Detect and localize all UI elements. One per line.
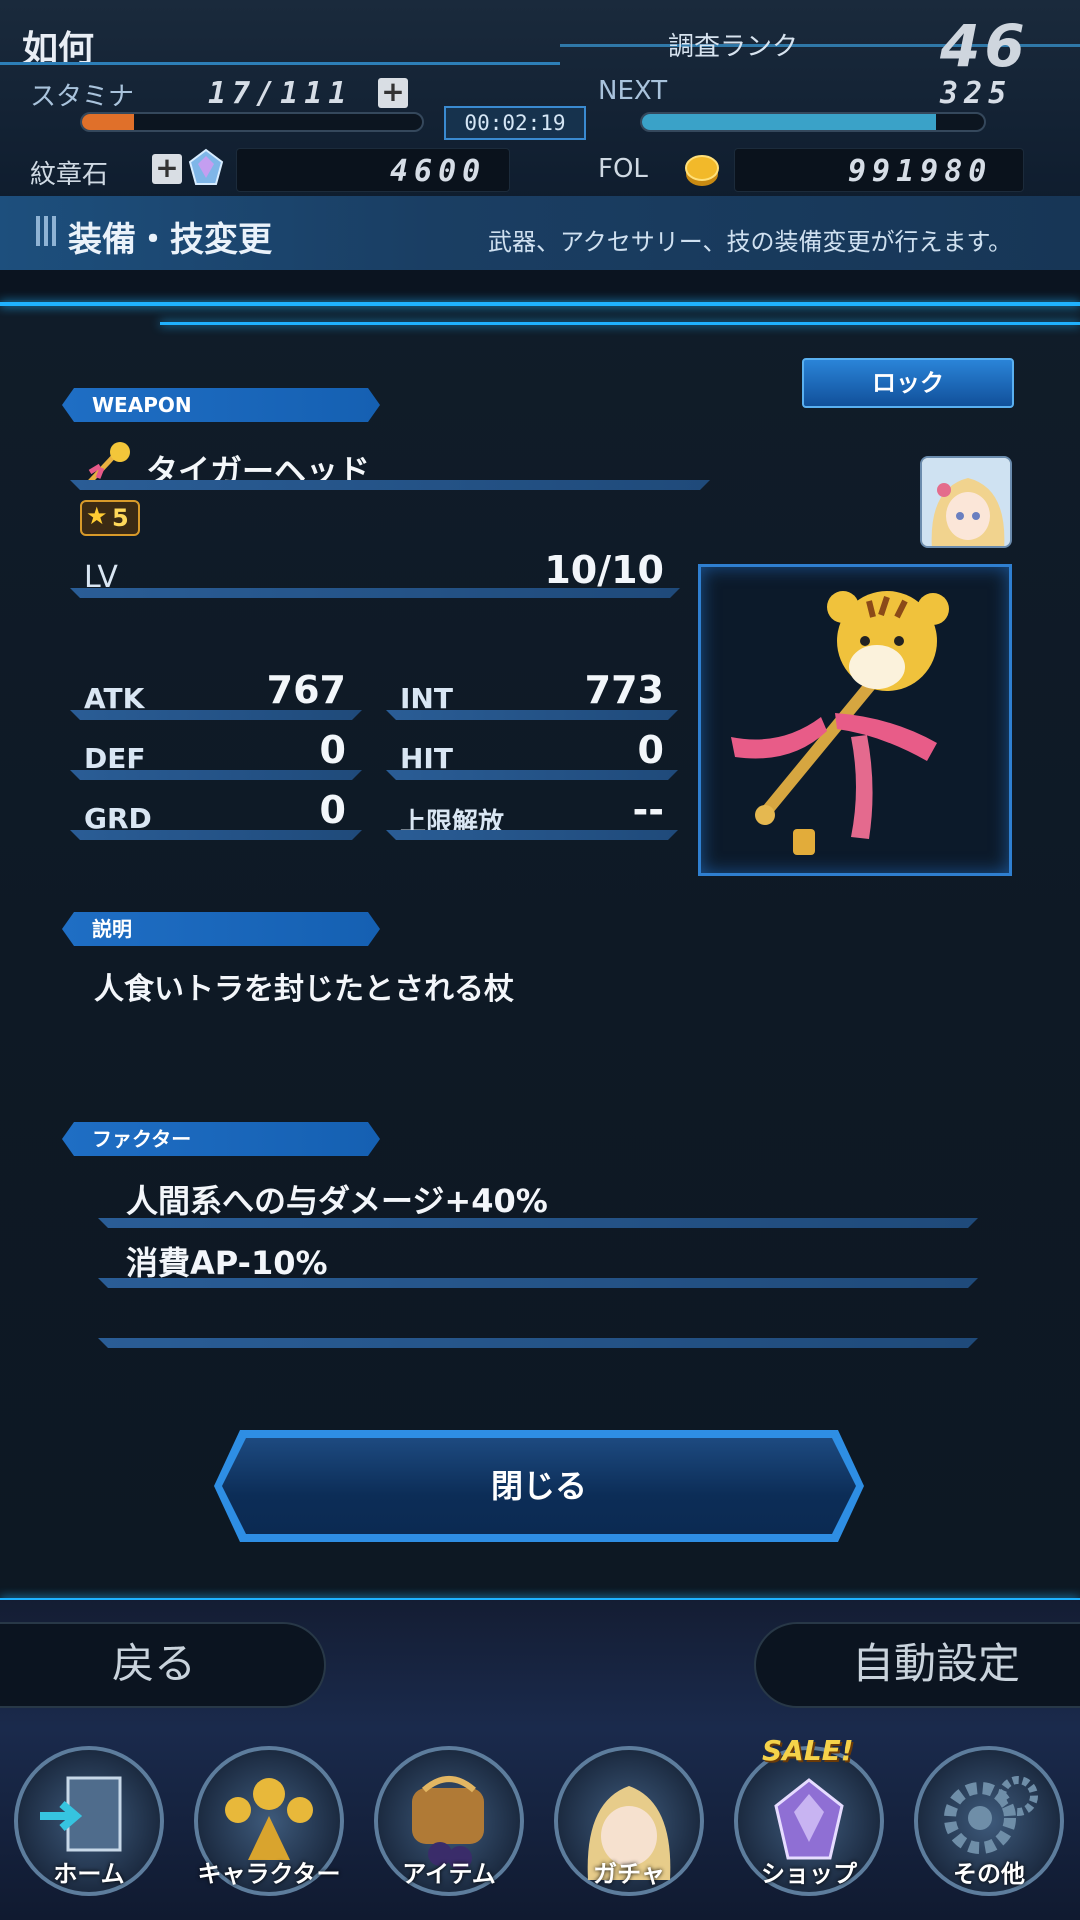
crest-label: 紋章石 xyxy=(30,160,109,190)
header-divider xyxy=(0,62,560,65)
name-underline xyxy=(70,480,710,490)
atk-underline xyxy=(70,710,362,720)
rarity-badge: ★ 5 xyxy=(80,500,140,536)
crest-plus-button[interactable]: + xyxy=(152,154,182,184)
close-button[interactable]: 閉じる xyxy=(222,1438,856,1534)
description-text: 人食いトラを封じたとされる杖 xyxy=(94,972,514,1007)
def-underline xyxy=(70,770,362,780)
stamina-plus-button[interactable]: + xyxy=(378,78,408,108)
stamina-timer: 00:02:19 xyxy=(444,106,586,140)
section-description: 武器、アクセサリー、技の装備変更が行えます。 xyxy=(488,228,1013,256)
fol-label: FOL xyxy=(598,154,648,184)
factor-item-2: 消費AP-10% xyxy=(126,1244,328,1282)
equipped-character-avatar[interactable] xyxy=(920,456,1012,548)
limit-break-value: -- xyxy=(632,788,664,832)
limit-break-underline xyxy=(386,830,678,840)
crest-stone-icon xyxy=(186,148,226,188)
nav-other-label: その他 xyxy=(953,1860,1025,1888)
crest-value: 4600 xyxy=(390,154,487,189)
section-grip xyxy=(44,216,48,246)
nav-item-label: アイテム xyxy=(402,1860,496,1888)
weapon-detail-panel xyxy=(0,300,1080,1600)
weapon-image-frame xyxy=(698,564,1012,876)
rarity-value: 5 xyxy=(112,504,129,532)
auto-setting-button[interactable]: 自動設定 xyxy=(754,1622,1080,1708)
next-exp-bar xyxy=(640,112,986,132)
lv-underline xyxy=(70,588,680,598)
nav-shop-label: ショップ xyxy=(761,1860,857,1888)
panel-top-glow-2 xyxy=(160,322,1080,325)
factor-underline-1 xyxy=(98,1218,978,1228)
grd-underline xyxy=(70,830,362,840)
stamina-value: 17/111 xyxy=(208,76,353,111)
factor-underline-2 xyxy=(98,1278,978,1288)
back-button[interactable]: 戻る xyxy=(0,1622,326,1708)
rank-label: 調査ランク xyxy=(668,32,799,62)
nav-home-label: ホーム xyxy=(53,1860,125,1888)
fol-value: 991980 xyxy=(848,154,993,189)
stamina-bar-fill xyxy=(82,114,135,130)
description-tag: 説明 xyxy=(62,912,380,946)
nav-character-label: キャラクター xyxy=(197,1860,341,1888)
section-title: 装備・技変更 xyxy=(68,220,272,260)
weapon-tag: WEAPON xyxy=(62,388,380,422)
next-label: NEXT xyxy=(598,76,668,106)
grd-value: 0 xyxy=(319,788,346,832)
int-value: 773 xyxy=(584,668,664,712)
factor-tag: ファクター xyxy=(62,1122,380,1156)
coin-icon xyxy=(682,150,722,190)
next-value: 325 xyxy=(940,76,1013,111)
weapon-image xyxy=(731,591,949,855)
hit-underline xyxy=(386,770,678,780)
next-exp-bar-fill xyxy=(642,114,937,130)
rarity-star-icon: ★ xyxy=(86,502,108,530)
factor-item-1: 人間系への与ダメージ+40% xyxy=(126,1182,548,1220)
nav-gacha-label: ガチャ xyxy=(593,1860,665,1888)
section-grip xyxy=(36,216,40,246)
section-grip xyxy=(52,216,56,246)
lock-button[interactable]: ロック xyxy=(802,358,1014,408)
lv-value: 10/10 xyxy=(544,548,664,592)
sale-badge: SALE! xyxy=(762,1734,854,1767)
int-underline xyxy=(386,710,678,720)
stamina-label: スタミナ xyxy=(30,82,135,112)
panel-top-glow xyxy=(0,302,1080,306)
rank-value: 46 xyxy=(940,12,1029,80)
hit-value: 0 xyxy=(637,728,664,772)
factor-underline-3 xyxy=(98,1338,978,1348)
stamina-bar xyxy=(80,112,424,132)
def-value: 0 xyxy=(319,728,346,772)
atk-value: 767 xyxy=(266,668,346,712)
